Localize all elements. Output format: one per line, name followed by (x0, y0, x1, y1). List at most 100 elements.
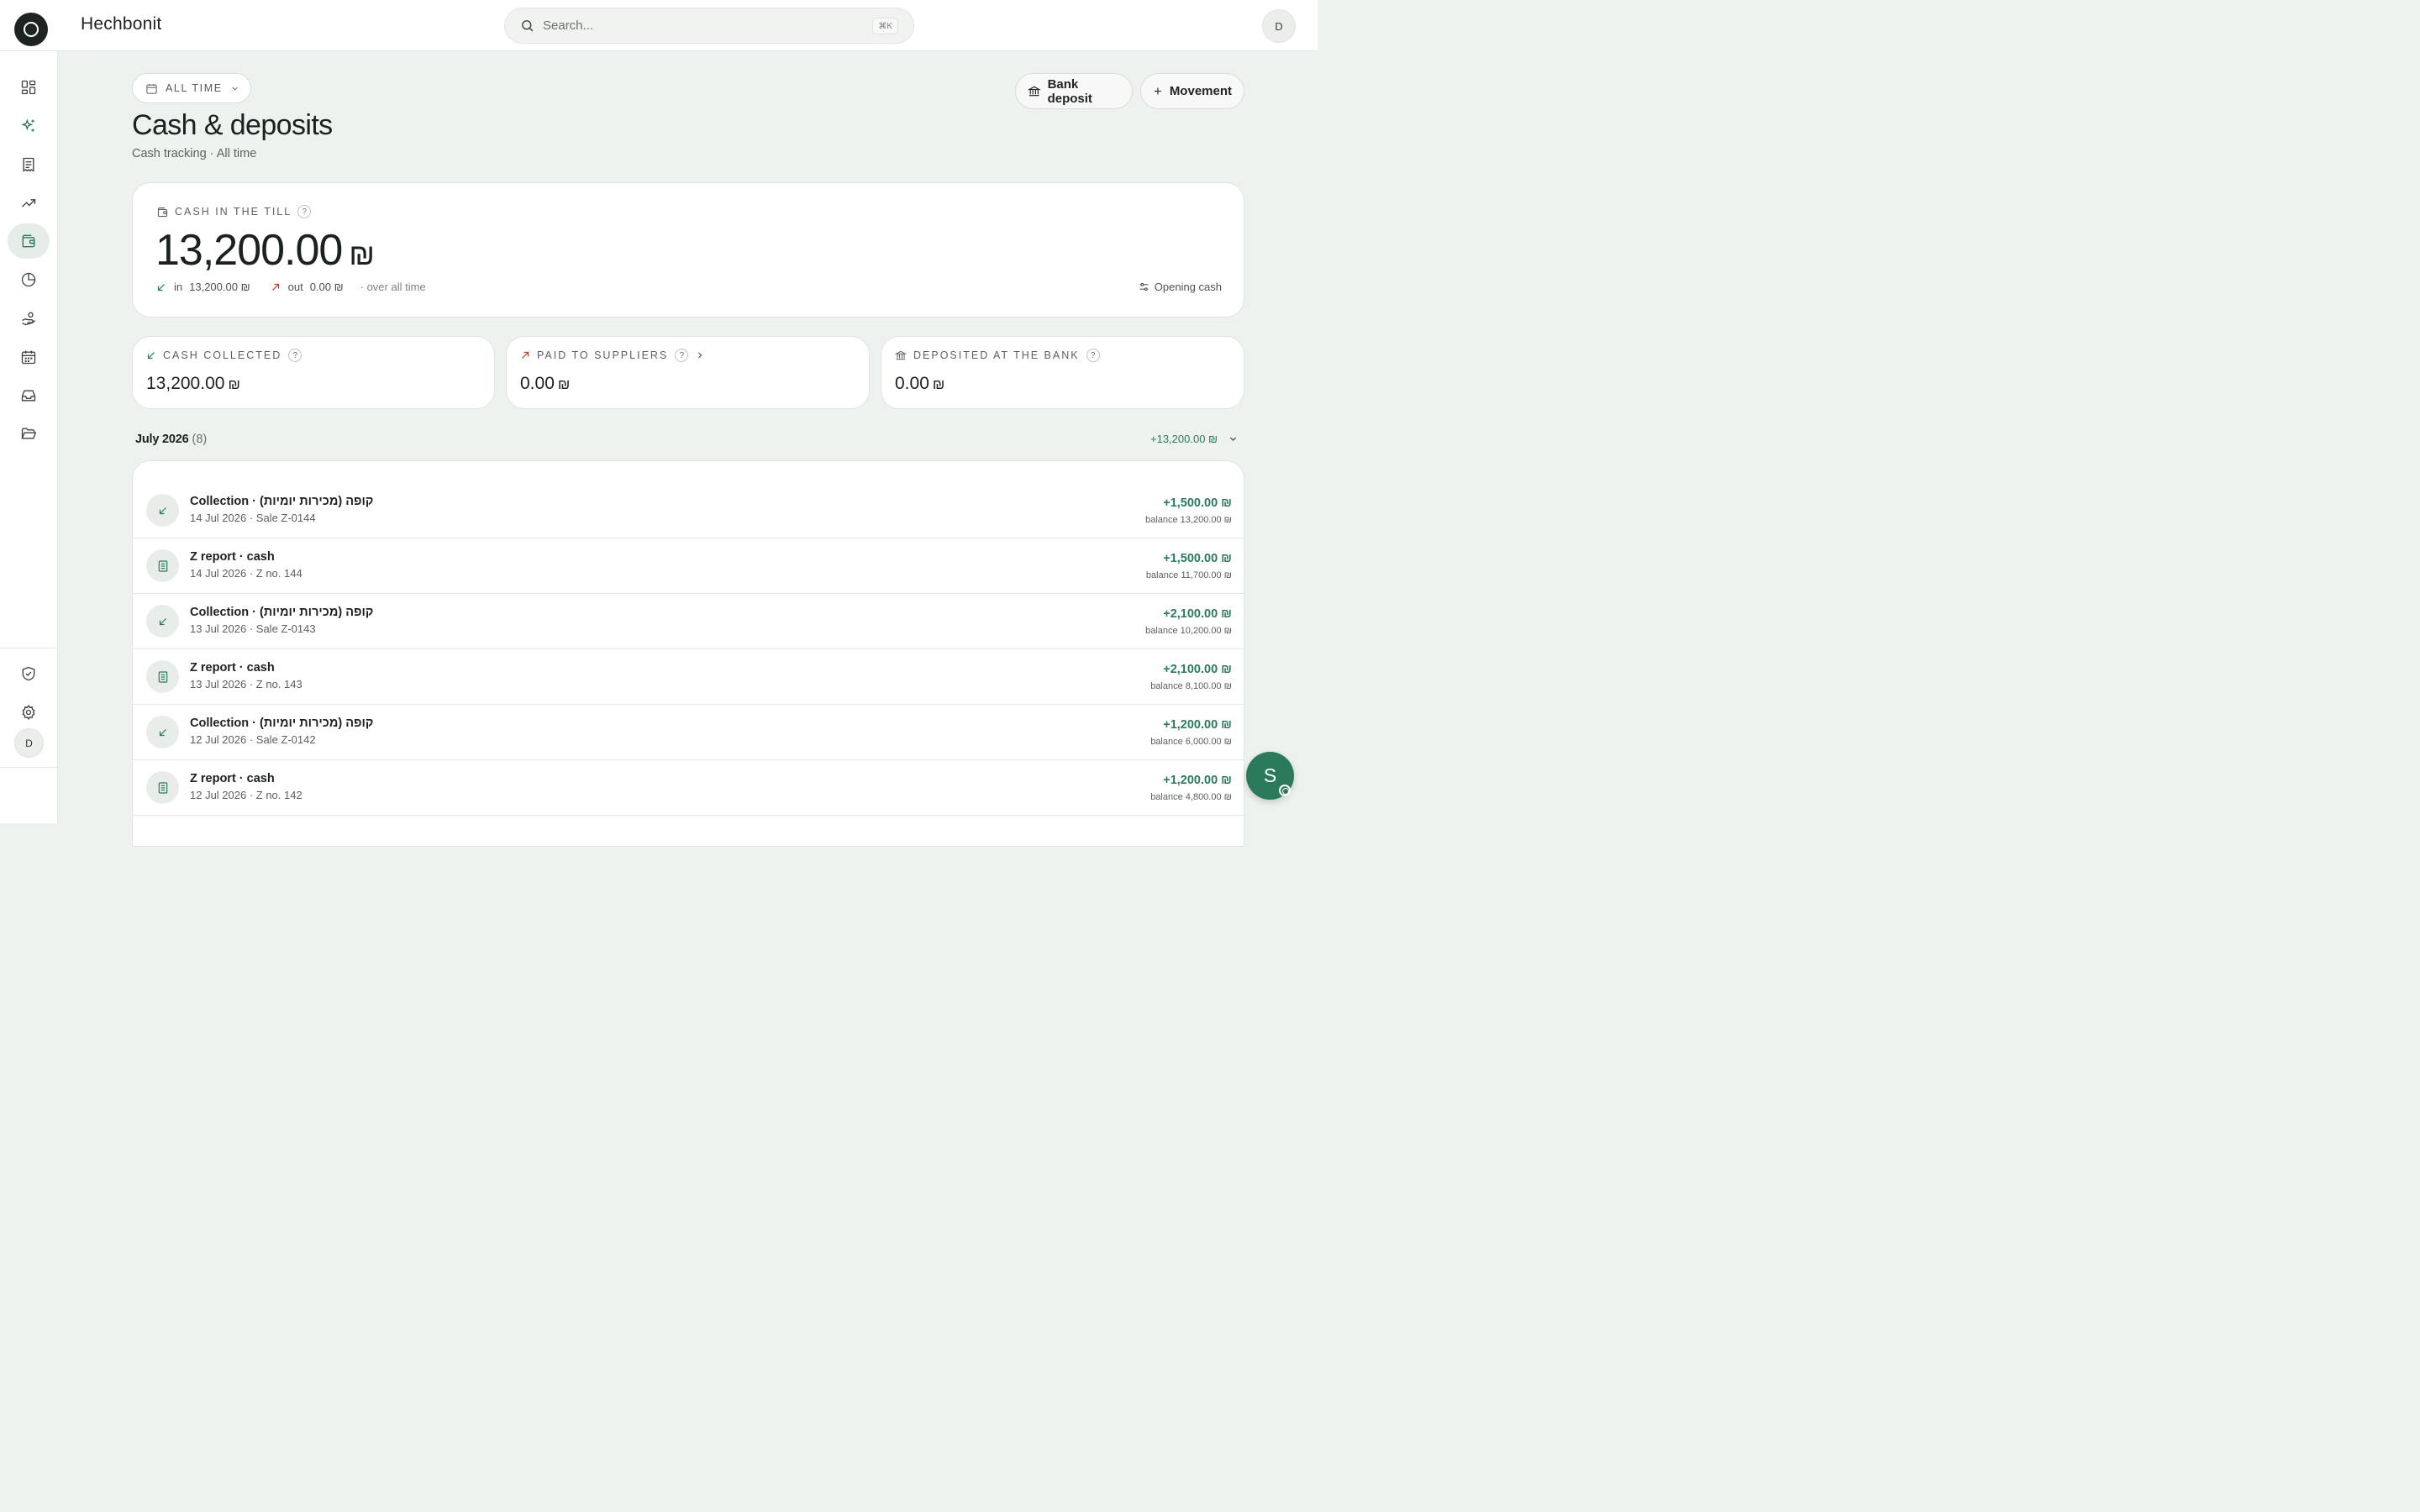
paid-to-suppliers-card[interactable]: PAID TO SUPPLIERS ? 0.00 ₪ (506, 336, 870, 409)
receipt-icon (146, 771, 179, 804)
assistant-status-icon (1279, 785, 1291, 796)
arrow-out-icon (522, 351, 529, 359)
dashboard-icon (21, 80, 36, 95)
nav-payments[interactable] (8, 301, 50, 336)
stat-value: 13,200.00 (146, 374, 225, 393)
till-note: · over all time (360, 281, 426, 293)
period-label: ALL TIME (166, 82, 223, 94)
period-selector[interactable]: ALL TIME (132, 73, 251, 103)
sliders-icon (1139, 282, 1149, 291)
paid-to-suppliers-label: PAID TO SUPPLIERS (537, 349, 669, 361)
in-label: in (174, 281, 183, 293)
list-item[interactable]: Z report · cash 14 Jul 2026 · Z no. 144 … (133, 538, 1244, 594)
hand-coins-icon (22, 312, 35, 326)
out-amount: 0.00 ₪ (309, 281, 344, 293)
receipt-icon (146, 549, 179, 582)
receipt-icon (23, 157, 34, 172)
till-currency: ₪ (349, 237, 375, 271)
help-icon[interactable]: ? (288, 349, 302, 362)
opening-cash-label: Opening cash (1154, 281, 1222, 293)
deposited-at-bank-card: DEPOSITED AT THE BANK ? 0.00 ₪ (881, 336, 1244, 409)
nav-reports[interactable] (8, 262, 50, 297)
tx-title: Collection · קופה (מכירות יומיות) (190, 606, 374, 619)
list-item[interactable]: Z report · cash 13 Jul 2026 · Z no. 143 … (133, 649, 1244, 705)
tx-subtitle: 12 Jul 2026 · Z no. 142 (190, 789, 302, 801)
list-item[interactable]: Collection · קופה (מכירות יומיות) 12 Jul… (133, 705, 1244, 760)
tx-amount: +1,500.00 ₪ (1163, 496, 1232, 510)
till-help-icon[interactable]: ? (297, 205, 312, 218)
tx-title: Collection · קופה (מכירות יומיות) (190, 717, 374, 730)
tx-amount: +2,100.00 ₪ (1163, 663, 1232, 676)
movement-label: Movement (1169, 84, 1232, 98)
cash-collected-card: CASH COLLECTED ? 13,200.00 ₪ (132, 336, 495, 409)
cash-collected-value: 13,200.00 ₪ (146, 374, 240, 394)
app-logo[interactable] (14, 13, 48, 46)
in-amount: 13,200.00 ₪ (189, 281, 250, 293)
search-input[interactable]: Search... ⌘K (504, 8, 914, 44)
page-title: Cash & deposits (132, 109, 333, 141)
tx-subtitle: 13 Jul 2026 · Sale Z-0143 (190, 622, 316, 635)
tx-subtitle: 12 Jul 2026 · Sale Z-0142 (190, 733, 316, 746)
nav-dashboard[interactable] (8, 70, 50, 105)
nav-calendar[interactable] (8, 339, 50, 375)
arrow-in-icon (157, 283, 165, 291)
paid-to-suppliers-value: 0.00 ₪ (520, 374, 570, 394)
nav-inbox[interactable] (8, 378, 50, 413)
tx-subtitle: 14 Jul 2026 · Sale Z-0144 (190, 512, 316, 524)
help-icon[interactable]: ? (675, 349, 689, 362)
opening-cash-button[interactable]: Opening cash (1139, 281, 1222, 293)
sidebar: D (0, 51, 58, 823)
nav-documents[interactable] (8, 147, 50, 182)
tx-subtitle: 13 Jul 2026 · Z no. 143 (190, 678, 302, 690)
nav-insights[interactable] (8, 108, 50, 144)
shield-check-icon (22, 666, 35, 681)
help-icon[interactable]: ? (1086, 349, 1100, 362)
collection-icon (146, 605, 179, 638)
sparkle-icon (21, 118, 34, 132)
list-item[interactable]: Z report · cash 12 Jul 2026 · Z no. 142 … (133, 760, 1244, 816)
calendar-icon (21, 350, 36, 365)
chevron-right-icon[interactable] (695, 350, 705, 360)
nav-cash[interactable] (8, 223, 50, 259)
arrow-in-icon (147, 352, 155, 360)
trend-up-icon (22, 199, 36, 207)
month-total[interactable]: +13,200.00 ₪ (1150, 433, 1239, 445)
add-movement-button[interactable]: Movement (1140, 73, 1244, 109)
month-name: July 2026 (135, 433, 189, 446)
user-avatar[interactable]: D (1262, 9, 1296, 43)
tx-balance: balance 11,700.00 ₪ (1145, 570, 1232, 580)
chevron-down-icon (1229, 437, 1237, 441)
stat-currency: ₪ (557, 376, 571, 392)
month-group-header[interactable]: July 2026 (8) (135, 433, 207, 446)
wallet-icon (22, 234, 35, 248)
month-total-value: +13,200.00 ₪ (1150, 433, 1218, 445)
tx-balance: balance 10,200.00 ₪ (1145, 626, 1232, 636)
tx-title: Z report · cash (190, 550, 275, 564)
search-placeholder: Search... (543, 18, 594, 33)
bank-deposit-button[interactable]: Bank deposit (1015, 73, 1133, 109)
tx-amount: +1,200.00 ₪ (1163, 718, 1232, 732)
cash-collected-label: CASH COLLECTED (163, 349, 282, 361)
collection-icon (146, 716, 179, 748)
till-amount-value: 13,200.00 (155, 226, 343, 275)
pie-chart-icon (21, 272, 36, 287)
folder-open-icon (21, 428, 37, 439)
sidebar-user-avatar[interactable]: D (14, 728, 44, 758)
bank-icon (1028, 86, 1041, 97)
nav-files[interactable] (8, 416, 50, 451)
nav-security[interactable] (8, 656, 50, 691)
deposited-value: 0.00 ₪ (895, 374, 944, 394)
app-name: Hechbonit (81, 14, 162, 34)
list-item[interactable]: Collection · קופה (מכירות יומיות) 13 Jul… (133, 594, 1244, 649)
nav-settings[interactable] (8, 695, 50, 730)
nav-revenue[interactable] (8, 186, 50, 221)
stat-currency: ₪ (932, 376, 945, 392)
stat-value: 0.00 (895, 374, 929, 393)
till-amount: 13,200.00 ₪ (155, 225, 375, 276)
receipt-icon (146, 660, 179, 693)
tx-title: Z report · cash (190, 772, 275, 785)
inbox-icon (21, 390, 36, 402)
tx-title: Collection · קופה (מכירות יומיות) (190, 495, 374, 508)
search-icon (522, 20, 534, 32)
list-item[interactable]: Collection · קופה (מכירות יומיות) 14 Jul… (133, 483, 1244, 538)
